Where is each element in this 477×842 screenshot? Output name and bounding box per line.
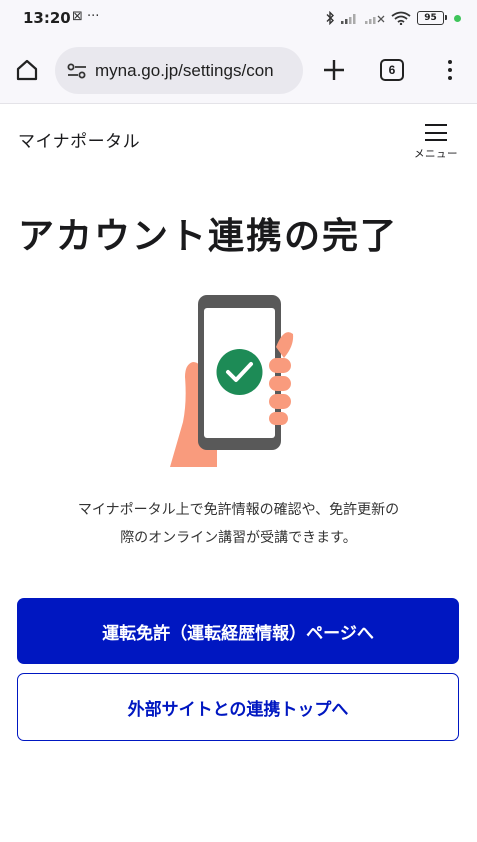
check-circle-icon bbox=[216, 349, 263, 395]
signal-no-service-icon bbox=[365, 15, 385, 24]
menu-label: メニュー bbox=[414, 148, 458, 160]
home-icon bbox=[16, 59, 38, 81]
status-bar: 13:20 ⊠ ··· 95 bbox=[0, 0, 477, 34]
external-site-link-top-button[interactable]: 外部サイトとの連携トップへ bbox=[17, 673, 459, 741]
status-time: 13:20 bbox=[23, 9, 71, 27]
hamburger-icon bbox=[425, 124, 447, 141]
bluetooth-icon bbox=[326, 11, 334, 25]
wifi-icon bbox=[391, 11, 411, 25]
status-right-icons: 95 bbox=[325, 8, 461, 28]
signal-icon bbox=[341, 14, 356, 24]
drivers-license-page-button[interactable]: 運転免許（運転経歴情報）ページへ bbox=[17, 598, 459, 664]
menu-button[interactable]: メニュー bbox=[410, 122, 462, 164]
battery-indicator: 95 bbox=[417, 11, 447, 25]
notification-icons: ⊠ ··· bbox=[72, 9, 100, 24]
address-bar[interactable]: myna.go.jp/settings/con bbox=[55, 47, 303, 94]
tab-switcher-button[interactable]: 6 bbox=[380, 59, 404, 81]
home-button[interactable] bbox=[13, 56, 41, 84]
description: マイナポータル上で免許情報の確認や、免許更新の 際のオンライン講習が受講できます… bbox=[20, 496, 457, 552]
tune-icon[interactable] bbox=[65, 59, 89, 83]
plus-icon[interactable] bbox=[320, 56, 348, 84]
description-line-2: 際のオンライン講習が受講できます。 bbox=[120, 530, 357, 546]
page-title: アカウント連携の完了 bbox=[18, 216, 399, 257]
description-line-1: マイナポータル上で免許情報の確認や、免許更新の bbox=[77, 502, 400, 518]
browser-toolbar: myna.go.jp/settings/con 6 bbox=[0, 34, 477, 104]
phone-check-illustration bbox=[170, 295, 294, 467]
url-text[interactable]: myna.go.jp/settings/con bbox=[95, 61, 274, 81]
privacy-indicator-dot bbox=[454, 14, 461, 22]
more-vert-icon[interactable] bbox=[440, 56, 460, 84]
site-logo[interactable]: マイナポータル bbox=[18, 127, 140, 152]
